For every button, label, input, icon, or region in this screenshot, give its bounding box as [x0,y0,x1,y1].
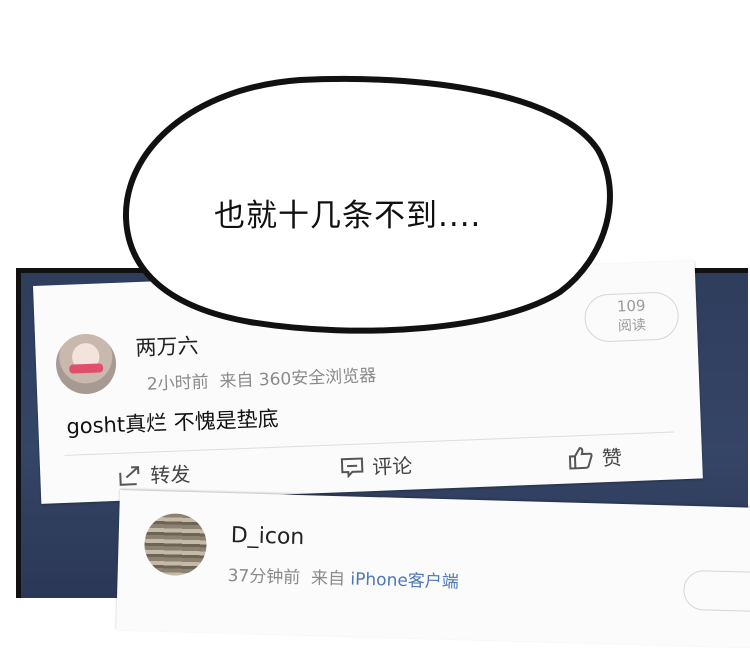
speech-bubble [122,75,613,334]
speech-bubble-text: 也就十几条不到.... [214,198,482,234]
